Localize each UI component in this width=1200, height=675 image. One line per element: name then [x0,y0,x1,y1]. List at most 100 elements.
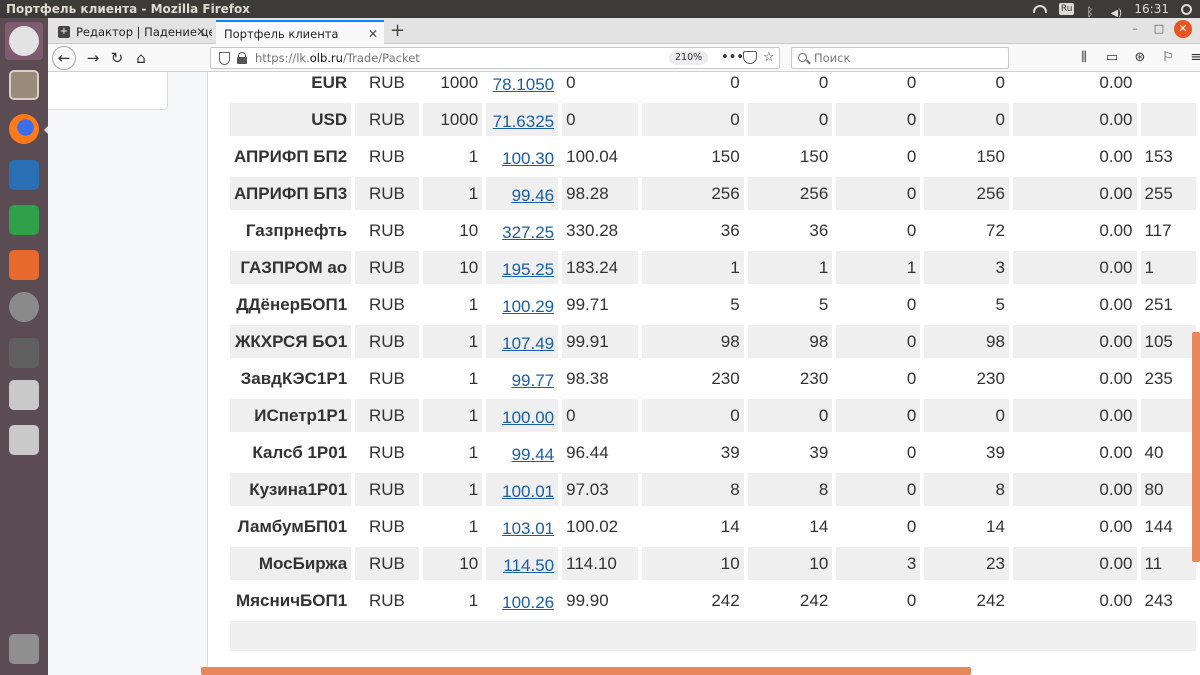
software-center-icon[interactable] [5,246,43,284]
price-link[interactable]: 100.29 [502,293,554,317]
bluetooth-icon[interactable] [1086,3,1098,15]
writer-app-icon[interactable] [5,156,43,194]
clock[interactable]: 16:31 [1134,0,1169,18]
value-cell: 1 [1140,251,1196,284]
market-price-cell: 114.10 [562,547,638,580]
price-cell: 100.01 [486,473,559,506]
close-tab-icon[interactable]: ✕ [368,22,378,44]
address-bar[interactable]: https://lk.olb.ru/Trade/Packet 210% ••• … [210,47,780,69]
price-link[interactable]: 100.26 [502,589,554,613]
page-content: EUR RUB 1000 78.1050 0 0 0 0 0 0.00 USD RUB 1000 71.6… [48,72,1200,675]
horizontal-scrollbar[interactable] [201,667,971,675]
volume-icon[interactable] [1110,3,1122,15]
tab-editor[interactable]: + Редактор | Падение це ✕ [52,20,212,44]
market-price-cell: 98.28 [562,177,638,210]
bookmark-star-icon[interactable]: ☆ [763,48,775,68]
addon-icon[interactable]: ⚐ [1158,47,1178,69]
quantity-cell: 256 [747,177,833,210]
maximize-icon[interactable]: □ [1150,20,1168,38]
new-tab-button[interactable]: + [390,18,405,44]
library-icon[interactable]: ⫼ [1074,47,1094,69]
quantity-cell: 8 [747,473,833,506]
power-icon[interactable] [1181,3,1192,15]
menu-icon[interactable]: ≡ [1186,47,1200,69]
wifi-icon[interactable] [1032,5,1047,13]
value-cell: 153 [1144,146,1173,166]
market-price-cell: 96.44 [566,442,609,462]
instrument-name-cell: ЖКХРСЯ БО1 [230,325,352,358]
price-link[interactable]: 99.77 [512,367,555,391]
zoom-level-badge[interactable]: 210% [669,51,709,65]
firefox-app-icon[interactable] [5,110,43,148]
value-cell: 11 [1140,547,1196,580]
quantity-cell: 0 [818,72,829,92]
quantity-cell: 36 [720,220,740,240]
price-cell: 114.50 [486,547,559,580]
tracking-shield-icon[interactable] [219,52,230,65]
quantity-cell: 10 [641,547,744,580]
keyboard-layout-indicator[interactable]: Ru [1058,3,1075,15]
market-price-cell: 97.03 [562,473,638,506]
price-link[interactable]: 100.30 [502,145,554,169]
price-link[interactable]: 195.25 [502,256,554,280]
price-link[interactable]: 327.25 [502,219,554,243]
extension-icon[interactable]: ⊛ [1130,47,1150,69]
pocket-icon[interactable] [743,51,757,64]
files-app-icon[interactable] [5,66,43,104]
instrument-name-cell: Кузина1Р01 [230,473,352,506]
lot-cell: 1000 [440,72,479,92]
table-row: EUR RUB 1000 78.1050 0 0 0 0 0 0.00 [230,72,1196,99]
disk-drive-icon[interactable] [5,376,43,414]
trash-icon[interactable] [5,630,43,668]
price-link[interactable]: 99.46 [512,182,555,206]
vertical-scrollbar[interactable] [1192,332,1200,562]
amount-cell: 0.00 [1099,590,1133,610]
price-link[interactable]: 71.6325 [493,108,554,132]
search-box[interactable]: Поиск [791,47,1009,69]
close-tab-icon[interactable]: ✕ [196,20,206,44]
price-link[interactable]: 107.49 [502,330,554,354]
price-link[interactable]: 103.01 [502,515,554,539]
quantity-cell: 150 [711,146,740,166]
sidebar-icon[interactable]: ▭ [1102,47,1122,69]
url-text[interactable]: https://lk.olb.ru/Trade/Packet [255,48,420,68]
market-price-cell: 99.91 [562,325,638,358]
back-button[interactable]: ← [52,46,76,70]
quantity-cell: 5 [995,294,1005,314]
instrument-name-cell: ДДёнерБОП1 [236,294,348,314]
quantity-cell: 0 [747,399,833,432]
quantity-cell: 0 [906,72,917,92]
spreadsheet-app-icon[interactable] [5,201,43,239]
amount-cell: 0.00 [1012,251,1137,284]
home-button[interactable]: ⌂ [130,47,152,69]
tab-favicon-icon: + [58,26,70,38]
price-link[interactable]: 78.1050 [493,72,554,95]
market-price-cell: 100.02 [566,516,619,536]
quantity-cell: 0 [836,103,921,136]
settings-app-icon[interactable] [5,288,43,326]
minimize-icon[interactable]: – [1126,20,1144,38]
calculator-app-icon[interactable] [5,334,43,372]
price-cell: 78.1050 [486,72,558,99]
price-link[interactable]: 100.01 [502,478,554,502]
page-actions-icon[interactable]: ••• [721,48,744,68]
amount-cell: 0.00 [1099,516,1133,536]
currency-cell: RUB [368,368,405,388]
lock-icon[interactable] [237,52,247,64]
value-cell [1141,72,1197,99]
market-price-cell: 99.90 [566,590,609,610]
ubuntu-dash-icon[interactable] [5,22,43,60]
disk-drive-icon[interactable] [5,421,43,459]
quantity-cell: 0 [836,177,921,210]
price-link[interactable]: 114.50 [503,552,554,576]
lot-cell: 10 [422,251,483,284]
close-window-icon[interactable]: ✕ [1174,20,1192,38]
price-link[interactable]: 99.44 [512,441,555,465]
table-row: ИСпетр1Р1 RUB 1 100.00 0 0 0 0 0 0.00 [230,399,1196,432]
tab-portfolio[interactable]: Портфель клиента ✕ [216,20,384,44]
forward-button[interactable]: → [82,47,104,69]
price-link[interactable]: 100.00 [502,404,554,428]
reload-button[interactable]: ↻ [106,47,128,69]
currency-cell: RUB [355,325,419,358]
price-cell: 99.44 [486,436,558,469]
